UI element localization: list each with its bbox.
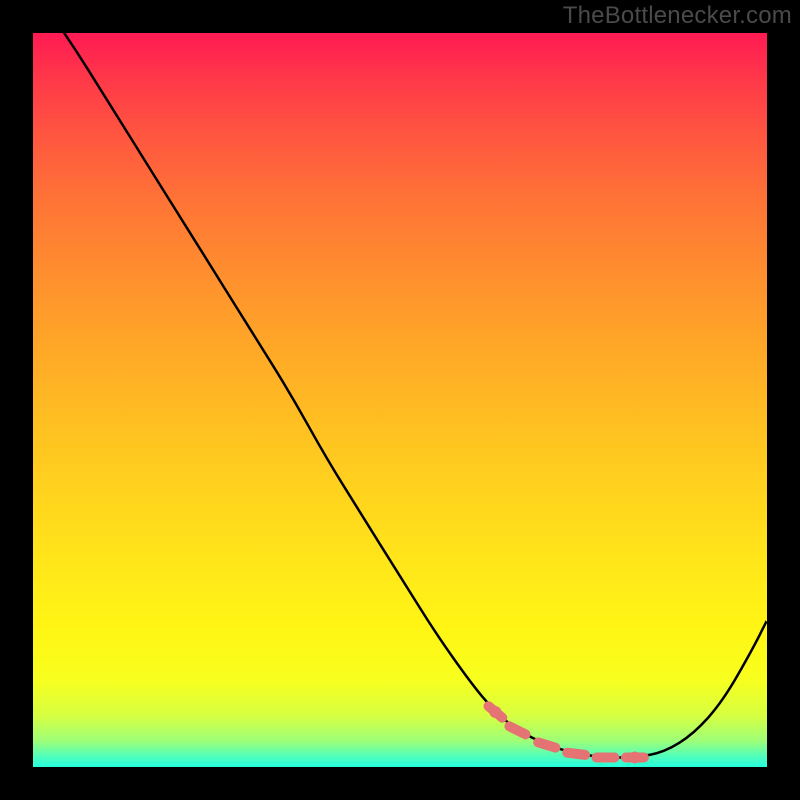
bottleneck-curve-line [33,33,767,758]
optimal-range-dash [538,742,555,747]
attribution-text: TheBottlenecker.com [563,2,792,30]
optimal-range-end-dot [629,752,641,764]
optimal-range-dash [567,753,585,755]
bottleneck-chart-svg [33,33,767,767]
optimal-range-end-dot [489,706,501,718]
chart-plot-area [33,33,767,767]
optimal-range-dash [509,726,525,734]
optimal-range-markers [489,706,644,764]
